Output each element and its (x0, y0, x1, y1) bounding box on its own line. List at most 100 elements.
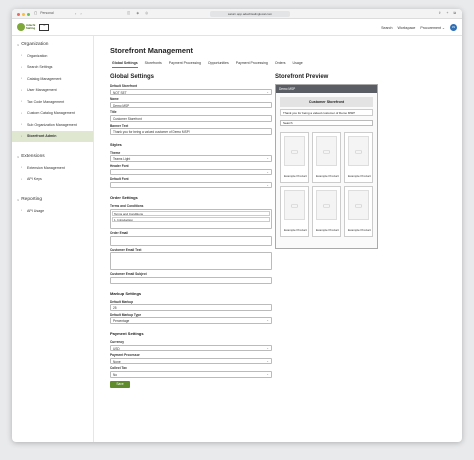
globe-icon[interactable]: ◎ (145, 11, 148, 15)
workspace-link[interactable]: Workspace (397, 26, 415, 30)
customer-email-subject-field: Customer Email Subject (110, 272, 272, 284)
theme-select[interactable]: Teams Light (110, 155, 272, 162)
product-card[interactable]: ▭ Example Product (312, 186, 341, 237)
name-input[interactable]: Demo MSP (110, 101, 272, 109)
sidebar: ∨ Organization ▪ Organization ▪ Search Set… (12, 36, 94, 442)
maximize-window-button[interactable] (27, 12, 30, 16)
header-font-select[interactable] (110, 168, 272, 176)
product-card[interactable]: ▭ Example Product (280, 186, 309, 237)
collect-tax-select[interactable]: No (110, 371, 272, 378)
tab-payment-processing[interactable]: Payment Processing (169, 61, 201, 68)
payment-processor-field: Payment Processor None (110, 353, 272, 365)
sidebar-item-user-management[interactable]: ▪ User Management (12, 85, 93, 97)
logo-text-line-2: Sailing (26, 26, 36, 30)
banner-label: Banner Text (110, 123, 129, 128)
tabs-overview-icon[interactable]: ⧉ (453, 11, 456, 15)
sidebar-section-extensions[interactable]: ∨ Extensions (12, 154, 93, 159)
sidebar-item-label: Catalog Management (27, 76, 62, 81)
terms-editor[interactable]: Terms and Conditions 1. Introduction (110, 209, 272, 229)
procurement-label: Procurement (420, 25, 441, 30)
default-storefront-select[interactable]: NOT SET (110, 88, 272, 96)
sidebar-item-sub-organization-management[interactable]: ▪ Sub Organization Management (12, 119, 93, 131)
building-icon: ▪ (21, 53, 23, 58)
theme-field: Theme Teams Light (110, 151, 272, 162)
sidebar-section-reporting[interactable]: ∨ Reporting (12, 197, 93, 202)
preview-search-input[interactable]: Search (280, 120, 373, 126)
tab-orders[interactable]: Orders (275, 61, 286, 68)
sidebar-item-organization[interactable]: ▪ Organization (12, 50, 93, 62)
sidebar-item-custom-catalog-management[interactable]: ▪ Custom Catalog Management (12, 108, 93, 120)
payment-processor-select[interactable]: None (110, 357, 272, 365)
close-window-button[interactable] (17, 12, 20, 16)
search-link[interactable]: Search (381, 26, 392, 30)
forward-icon[interactable]: › (80, 11, 81, 16)
product-card[interactable]: ▭ Example Product (280, 132, 309, 183)
order-email-field: Order Email (110, 231, 272, 246)
sidebar-item-extension-management[interactable]: ▪ Extension Management (12, 162, 93, 174)
sidebar-item-api-keys[interactable]: ▪ API Keys (12, 174, 93, 186)
currency-select[interactable]: USD (110, 344, 272, 352)
sidebar-item-label: Sub Organization Management (27, 122, 77, 127)
product-name: Example Product (284, 228, 307, 232)
url-text: saturn.app.adachisalinglocal.com (227, 12, 273, 16)
sidebar-item-api-usage[interactable]: ▪ API Usage (12, 205, 93, 217)
product-name: Example Product (316, 174, 339, 178)
company-logo[interactable]: Adachi Sailing ▭ (17, 23, 50, 31)
order-settings-heading: Order Settings (110, 195, 138, 201)
sidebar-item-search-settings[interactable]: ▪ Search Settings (12, 62, 93, 74)
order-email-input[interactable] (110, 235, 272, 246)
chevron-down-icon: ∨ (17, 154, 20, 159)
form-title: Global Settings (110, 74, 155, 80)
shield-icon[interactable]: ◈ (136, 11, 139, 15)
browser-titlebar: ▢ Personal ‹ › ◫ ◈ ◎ saturn.app.adachisa… (12, 9, 462, 19)
product-card[interactable]: ▭ Example Product (312, 132, 341, 183)
custom-catalog-icon: ▪ (21, 110, 23, 115)
markup-type-select[interactable]: Percentage (110, 317, 272, 324)
share-icon[interactable]: ⇪ (438, 11, 441, 15)
customer-email-subject-label: Customer Email Subject (110, 272, 147, 277)
tab-global-settings[interactable]: Global Settings (112, 61, 138, 68)
name-label: Name (110, 97, 119, 102)
terms-line: Terms and Conditions (112, 211, 270, 216)
search-icon: ▪ (21, 64, 23, 69)
tab-usage[interactable]: Usage (293, 61, 303, 68)
image-placeholder-icon: ▭ (348, 190, 369, 220)
tab-storefronts[interactable]: Storefronts (145, 61, 162, 68)
product-card[interactable]: ▭ Example Product (344, 186, 373, 237)
sidebar-item-tax-code-management[interactable]: ▪ Tax Code Management (12, 96, 93, 108)
banner-input[interactable]: Thank you for being a valued customer of… (110, 128, 272, 135)
browser-window: ▢ Personal ‹ › ◫ ◈ ◎ saturn.app.adachisa… (12, 9, 462, 442)
customer-email-text-input[interactable] (110, 252, 272, 271)
save-button[interactable]: Save (110, 380, 130, 388)
tab-opportunities[interactable]: Opportunities (208, 61, 229, 68)
extension-icon[interactable]: ◫ (127, 11, 130, 15)
procurement-menu[interactable]: Procurement ⌄ (420, 26, 445, 30)
chevron-down-icon: ⌄ (441, 25, 445, 30)
avatar[interactable]: JN (450, 24, 457, 31)
tab-payment-processing-2[interactable]: Payment Processing (236, 61, 268, 68)
markup-settings-heading: Markup Settings (110, 290, 142, 296)
window-controls (17, 12, 30, 16)
extension-icon: ▪ (21, 165, 23, 170)
preview-frame: Demo MSP Customer Storefront Thank you f… (275, 84, 378, 249)
user-icon: ▪ (21, 87, 23, 92)
new-tab-icon[interactable]: + (446, 11, 448, 15)
address-bar[interactable]: saturn.app.adachisalinglocal.com (210, 11, 290, 17)
sidebar-item-label: Storefront Admin (27, 134, 57, 139)
global-settings-form: Global Settings Default Storefront NOT S… (110, 74, 272, 388)
minimize-window-button[interactable] (22, 12, 25, 16)
product-name: Example Product (348, 228, 371, 232)
preview-title: Storefront Preview (275, 74, 329, 80)
product-card[interactable]: ▭ Example Product (344, 132, 373, 183)
default-font-select[interactable] (110, 181, 272, 189)
sidebar-item-catalog-management[interactable]: ▪ Catalog Management (12, 73, 93, 85)
profile-menu[interactable]: ▢ Personal (34, 11, 54, 15)
sidebar-item-storefront-admin[interactable]: ▪ Storefront Admin (12, 130, 93, 142)
sidebar-section-organization[interactable]: ∨ Organization (12, 42, 93, 47)
customer-email-subject-input[interactable] (110, 277, 272, 284)
image-placeholder-icon: ▭ (316, 190, 337, 220)
default-font-field: Default Font (110, 177, 272, 189)
back-icon[interactable]: ‹ (75, 11, 76, 16)
default-markup-input[interactable]: 25 (110, 304, 272, 311)
title-input[interactable]: Customer Storefront (110, 115, 272, 122)
